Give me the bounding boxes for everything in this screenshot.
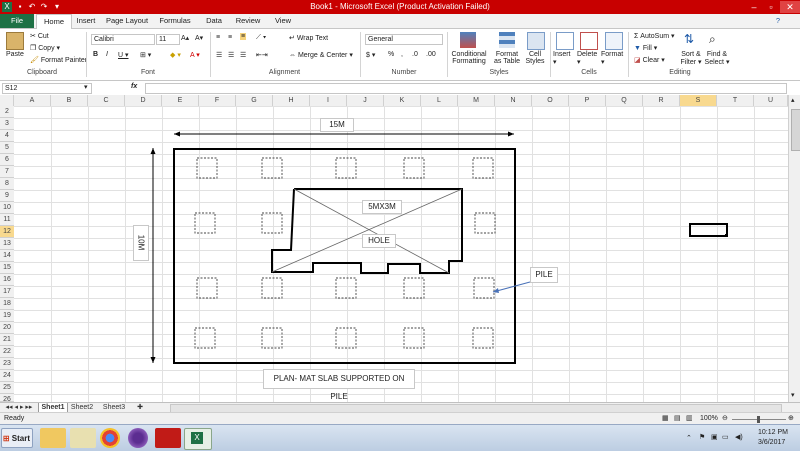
view-page-break-icon[interactable]: ▥ <box>686 414 693 422</box>
file-explorer-icon[interactable] <box>40 428 66 448</box>
media-icon[interactable] <box>70 428 96 448</box>
pile <box>403 277 425 299</box>
drawing-caption[interactable]: PLAN- MAT SLAB SUPPORTED ON PILE <box>263 369 415 401</box>
flag-icon[interactable]: ⚑ <box>699 433 705 441</box>
pile <box>335 277 357 299</box>
pile <box>196 157 218 179</box>
pile <box>194 212 216 234</box>
scroll-down-icon[interactable]: ▾ <box>791 391 795 399</box>
pile <box>196 277 218 299</box>
volume-icon[interactable]: ◀) <box>735 433 743 441</box>
pile <box>335 157 357 179</box>
hole-label[interactable]: HOLE <box>362 234 396 248</box>
status-ready: Ready <box>4 415 25 422</box>
pile <box>474 212 496 234</box>
media-player-icon[interactable] <box>128 428 148 448</box>
piles <box>194 157 496 349</box>
arrowhead <box>174 131 180 137</box>
pile <box>403 327 425 349</box>
taskbar: ⊞ Start X ⌃ ⚑ ▣ ▭ ◀) 10:12 PM 3/6/2017 <box>0 424 800 451</box>
arrowhead <box>508 131 514 137</box>
view-normal-icon[interactable]: ▦ <box>662 414 669 422</box>
active-cell-border <box>689 223 728 237</box>
width-label[interactable]: 15M <box>320 118 354 132</box>
pile-callout-arrow <box>492 281 531 293</box>
zoom-out-icon[interactable]: ⊖ <box>722 414 728 422</box>
chrome-icon[interactable] <box>100 428 120 448</box>
excel-taskbar-icon[interactable]: X <box>184 428 212 450</box>
network-icon[interactable]: ▣ <box>711 433 718 441</box>
zoom-slider-thumb[interactable] <box>757 416 760 423</box>
acrobat-icon[interactable] <box>155 428 181 448</box>
zoom-level[interactable]: 100% <box>700 415 718 422</box>
pile <box>261 327 283 349</box>
hole-size-label[interactable]: 5MX3M <box>362 200 402 214</box>
pile <box>261 157 283 179</box>
start-button[interactable]: ⊞ Start <box>1 428 33 448</box>
pile <box>261 212 283 234</box>
scroll-thumb[interactable] <box>791 109 800 151</box>
pile <box>472 327 494 349</box>
windows-logo-icon: ⊞ <box>2 434 10 443</box>
height-label[interactable]: 10M <box>133 225 149 261</box>
height-label-text: 10M <box>136 234 146 251</box>
arrowhead <box>150 357 156 363</box>
pile <box>335 327 357 349</box>
zoom-in-icon[interactable]: ⊕ <box>788 414 794 422</box>
vertical-scrollbar[interactable]: ▴ ▾ <box>788 95 800 402</box>
pile <box>194 327 216 349</box>
scroll-up-icon[interactable]: ▴ <box>791 96 795 104</box>
pile <box>261 277 283 299</box>
view-page-layout-icon[interactable]: ▤ <box>674 414 681 422</box>
pile <box>403 157 425 179</box>
arrowhead <box>150 148 156 154</box>
pile-label[interactable]: PILE <box>530 267 558 283</box>
pile <box>472 157 494 179</box>
slab-outline <box>173 148 516 364</box>
show-hidden-icons[interactable]: ⌃ <box>686 434 692 442</box>
clock-time[interactable]: 10:12 PM <box>758 429 788 436</box>
clock-date[interactable]: 3/6/2017 <box>758 439 785 446</box>
battery-icon[interactable]: ▭ <box>722 433 729 441</box>
fill-handle <box>725 234 728 237</box>
pile <box>473 277 495 299</box>
